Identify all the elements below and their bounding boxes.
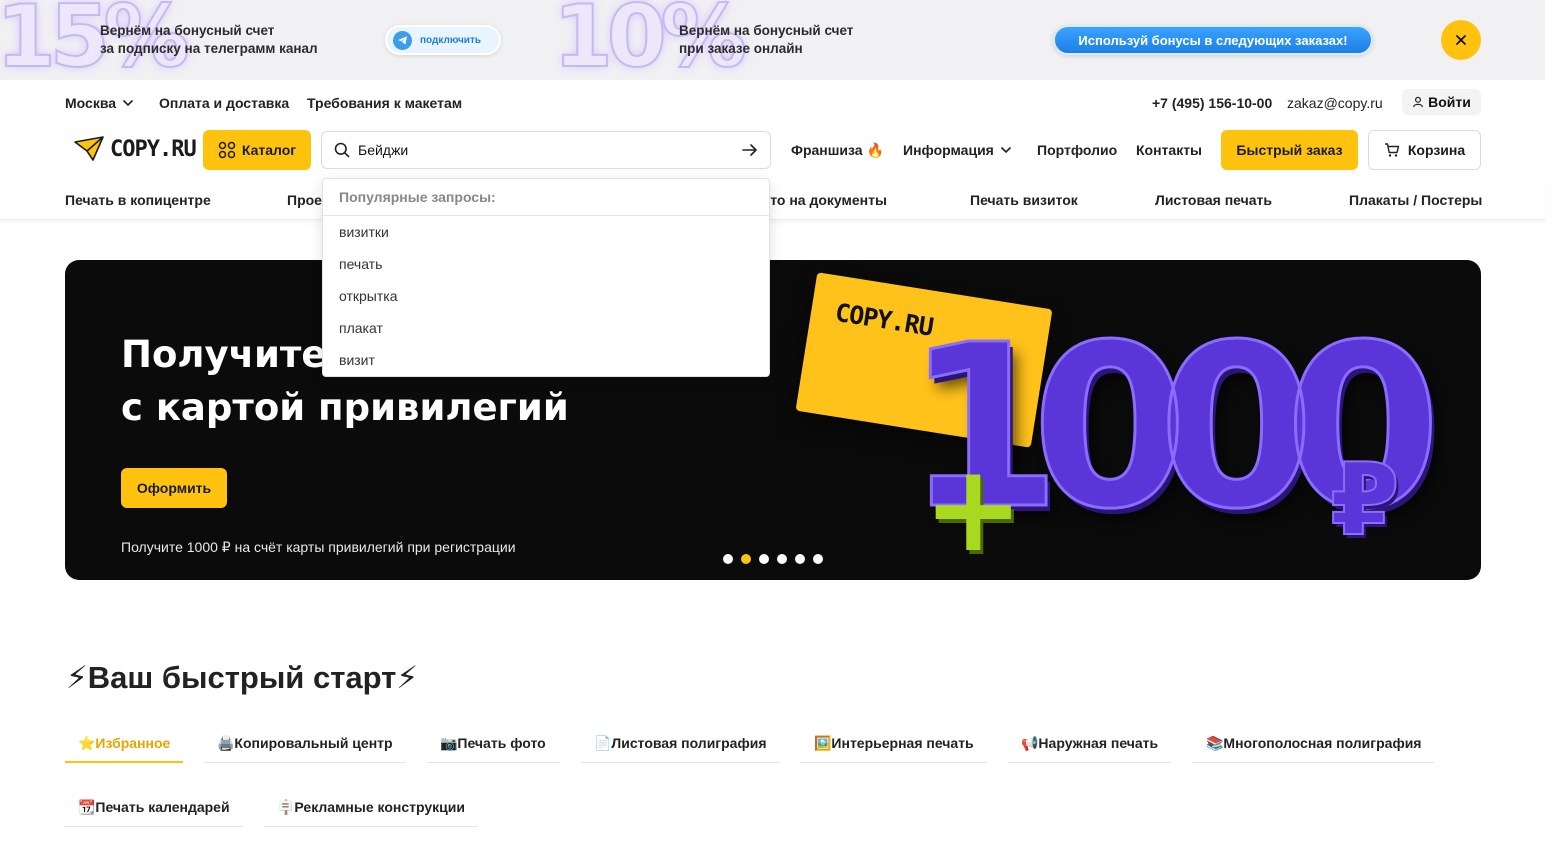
suggestion-item[interactable]: визитки — [323, 216, 769, 248]
use-bonuses-button[interactable]: Используй бонусы в следующих заказах! — [1053, 25, 1373, 55]
email-link[interactable]: zakaz@copy.ru — [1287, 95, 1383, 111]
telegram-icon — [393, 30, 412, 50]
slider-dot[interactable] — [813, 554, 823, 564]
close-icon — [1456, 35, 1466, 45]
tab-photo-printing[interactable]: 📷Печать фото — [427, 725, 559, 763]
search-icon — [334, 142, 350, 158]
cart-label: Корзина — [1407, 142, 1466, 158]
top-utility-bar: Москва Оплата и доставка Требования к ма… — [0, 80, 1545, 122]
chevron-down-icon — [1000, 146, 1011, 154]
promo-offer2-text: Вернём на бонусный счет при заказе онлай… — [679, 22, 853, 58]
hero-banner: Получите 1 с картой привилегий Оформить … — [65, 260, 1481, 580]
contacts-link[interactable]: Контакты — [1136, 142, 1202, 158]
hero-plus-sign: + — [923, 440, 1024, 579]
login-button[interactable]: Войти — [1402, 89, 1481, 115]
layout-requirements-link[interactable]: Требования к макетам — [307, 95, 462, 111]
info-label: Информация — [903, 142, 994, 158]
promo-offer2-line1: Вернём на бонусный счет — [679, 23, 854, 38]
promo-offer1-line1: Вернём на бонусный счет — [100, 23, 275, 38]
catalog-label: Каталог — [241, 142, 297, 158]
logo-text: COPY.RU — [110, 136, 197, 162]
city-selector[interactable]: Москва — [65, 95, 134, 111]
promo-banner: 15% Вернём на бонусный счет за подписку … — [0, 0, 1545, 81]
quick-start-title: ⚡Ваш быстрый старт⚡ — [66, 660, 419, 695]
logo[interactable]: COPY.RU — [74, 136, 197, 162]
category-business-cards[interactable]: Печать визиток — [970, 192, 1078, 208]
tab-multipage-polygraphy[interactable]: 📚Многополосная полиграфия — [1193, 725, 1435, 763]
hero-ruble-sign: ₽ — [1329, 441, 1401, 558]
slider-dot[interactable] — [759, 554, 769, 564]
slider-dot[interactable] — [741, 554, 751, 564]
city-label: Москва — [65, 95, 117, 111]
suggestion-item[interactable]: открытка — [323, 280, 769, 312]
grid-icon — [218, 141, 236, 159]
delivery-link[interactable]: Оплата и доставка — [159, 95, 289, 111]
category-copy-center[interactable]: Печать в копицентре — [65, 192, 211, 208]
slider-dot[interactable] — [723, 554, 733, 564]
suggestion-item[interactable]: печать — [323, 248, 769, 280]
suggestion-item[interactable]: визит — [323, 344, 769, 376]
hero-subtitle: Получите 1000 ₽ на счёт карты привилегий… — [121, 539, 516, 555]
slider-dot[interactable] — [777, 554, 787, 564]
tab-copy-center[interactable]: 🖨️Копировальный центр — [204, 725, 406, 763]
promo-close-button[interactable] — [1441, 20, 1481, 60]
info-menu[interactable]: Информация — [903, 142, 1012, 158]
search-suggestions-dropdown: Популярные запросы: визитки печать откры… — [322, 178, 770, 377]
franchise-link[interactable]: Франшиза 🔥 — [791, 142, 884, 159]
tab-interior-printing[interactable]: 🖼️Интерьерная печать — [801, 725, 987, 763]
catalog-button[interactable]: Каталог — [203, 130, 311, 170]
arrow-right-icon[interactable] — [742, 143, 758, 157]
tab-outdoor-printing[interactable]: 📢Наружная печать — [1008, 725, 1172, 763]
quick-order-button[interactable]: Быстрый заказ — [1221, 130, 1358, 170]
category-document-photo[interactable]: ото на документы — [762, 192, 887, 208]
slider-dot[interactable] — [795, 554, 805, 564]
portfolio-link[interactable]: Портфолио — [1037, 142, 1117, 158]
telegram-connect-label: подключить — [420, 34, 482, 46]
category-projects[interactable]: Прое — [287, 192, 322, 208]
search-input[interactable] — [358, 142, 742, 158]
category-posters[interactable]: Плакаты / Постеры — [1349, 192, 1482, 208]
promo-offer1-line2: за подписку на телеграмм канал — [100, 41, 318, 56]
login-label: Войти — [1428, 94, 1471, 110]
search-bar — [321, 131, 771, 169]
paper-plane-icon — [74, 136, 104, 161]
cart-icon — [1384, 143, 1400, 157]
hero-title-line2: с картой привилегий — [121, 386, 569, 429]
cart-button[interactable]: Корзина — [1368, 130, 1481, 170]
user-icon — [1413, 96, 1424, 108]
tab-favorites[interactable]: ⭐Избранное — [65, 725, 184, 763]
hero-signup-button[interactable]: Оформить — [121, 468, 227, 508]
suggestion-item[interactable]: плакат — [323, 312, 769, 344]
category-sheet-printing[interactable]: Листовая печать — [1155, 192, 1272, 208]
telegram-connect-button[interactable]: подключить — [385, 25, 501, 55]
tab-calendar-printing[interactable]: 📆Печать календарей — [65, 789, 243, 827]
phone-link[interactable]: +7 (495) 156-10-00 — [1152, 95, 1272, 111]
chevron-down-icon — [122, 99, 134, 107]
tab-sheet-polygraphy[interactable]: 📄Листовая полиграфия — [581, 725, 780, 763]
category-nav: Печать в копицентре Прое ото на документ… — [0, 180, 1545, 220]
suggestions-heading: Популярные запросы: — [323, 179, 769, 216]
promo-offer1-text: Вернём на бонусный счет за подписку на т… — [100, 22, 318, 58]
promo-offer2-line2: при заказе онлайн — [679, 41, 803, 56]
slider-dots — [723, 554, 823, 564]
tab-ad-structures[interactable]: 🪧Рекламные конструкции — [264, 789, 478, 827]
